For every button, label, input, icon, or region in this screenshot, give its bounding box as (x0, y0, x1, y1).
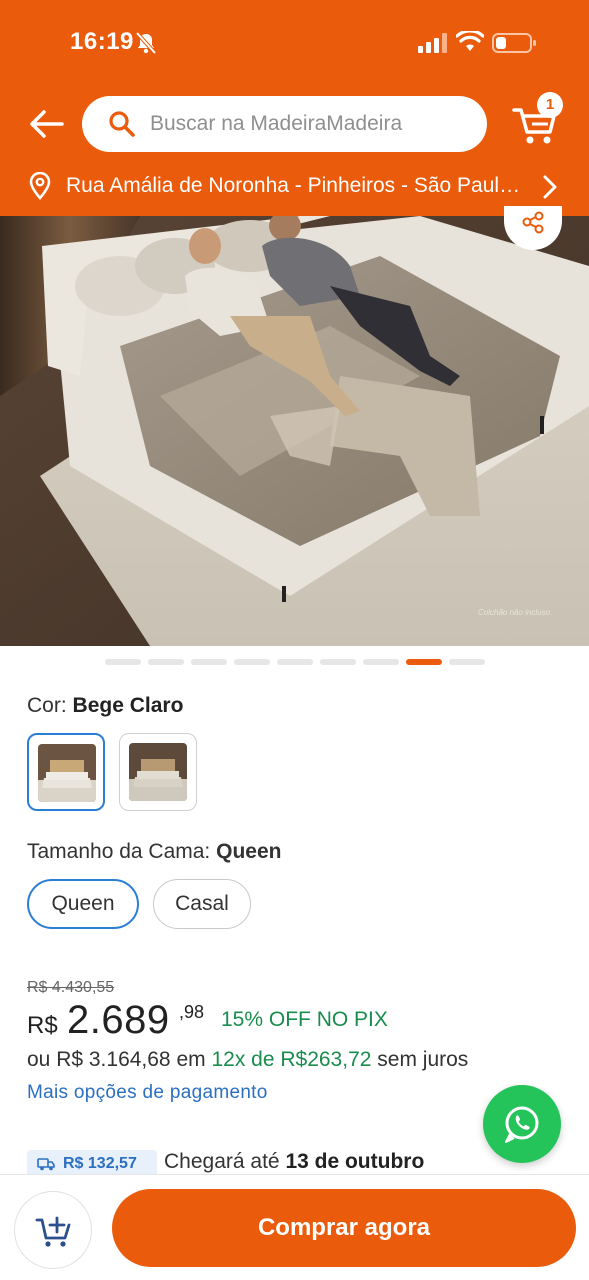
add-to-cart-button[interactable] (14, 1191, 92, 1269)
delivery-estimate: Chegará até 13 de outubro (164, 1150, 424, 1174)
signal-icon (418, 33, 447, 53)
price-cents: ,98 (179, 1002, 205, 1022)
carousel-dot-active[interactable] (406, 659, 442, 665)
delivery-date: 13 de outubro (285, 1150, 425, 1173)
color-label-prefix: Cor: (27, 694, 67, 717)
carousel-dot[interactable] (234, 659, 270, 665)
image-caption: Colchão não incluso. (478, 608, 553, 617)
location-pin-icon (29, 172, 51, 200)
arrow-left-icon (30, 110, 64, 138)
carousel-indicator (105, 659, 485, 665)
delivery-prefix: Chegará até (164, 1150, 280, 1173)
size-option-casal[interactable]: Casal (153, 879, 251, 929)
shipping-price: R$ 132,57 (63, 1155, 137, 1172)
wifi-icon (456, 31, 484, 51)
size-label-prefix: Tamanho da Cama: (27, 840, 211, 863)
more-payment-options-link[interactable]: Mais opções de pagamento (27, 1082, 268, 1104)
bottom-action-bar: Comprar agora (0, 1174, 589, 1280)
carousel-dot[interactable] (363, 659, 399, 665)
carousel-dot[interactable] (320, 659, 356, 665)
price-main: 2.689 (67, 998, 170, 1042)
size-value: Queen (216, 840, 282, 863)
cart-add-icon (35, 1216, 71, 1247)
size-label: Tamanho da Cama: Queen (27, 840, 281, 864)
pix-discount: 15% OFF NO PIX (221, 1008, 388, 1031)
status-time: 16:19 (70, 28, 134, 55)
share-icon (522, 211, 544, 234)
back-button[interactable] (24, 104, 68, 144)
installment-prefix: ou R$ 3.164,68 em (27, 1048, 206, 1071)
cart-count-badge: 1 (537, 92, 563, 118)
swatch-thumbnail (129, 743, 187, 801)
bell-off-icon (136, 32, 156, 54)
size-option-queen[interactable]: Queen (27, 879, 139, 929)
product-photo (0, 216, 589, 646)
search-box[interactable] (82, 96, 487, 152)
color-swatch[interactable] (119, 733, 197, 811)
currency-symbol: R$ (27, 1012, 58, 1039)
status-bar: 16:19 (0, 0, 589, 86)
carousel-dot[interactable] (105, 659, 141, 665)
location-text: Rua Amália de Noronha - Pinheiros - São … (66, 174, 526, 197)
buy-now-button[interactable]: Comprar agora (112, 1189, 576, 1267)
installment-suffix: sem juros (377, 1048, 469, 1071)
chevron-right-icon (543, 175, 557, 199)
swatch-thumbnail (38, 744, 96, 802)
color-swatch-selected[interactable] (27, 733, 105, 811)
carousel-dot[interactable] (191, 659, 227, 665)
carousel-dot[interactable] (277, 659, 313, 665)
color-value: Bege Claro (72, 694, 184, 717)
old-price: R$ 4.430,55 (27, 979, 115, 996)
installment-highlight: 12x de R$263,72 (211, 1048, 372, 1071)
carousel-dot[interactable] (449, 659, 485, 665)
whatsapp-button[interactable] (483, 1085, 561, 1163)
delivery-location[interactable]: Rua Amália de Noronha - Pinheiros - São … (0, 160, 589, 212)
installment-info: ou R$ 3.164,68 em 12x de R$263,72 sem ju… (27, 1048, 468, 1072)
share-button[interactable] (504, 206, 562, 250)
color-label: Cor: Bege Claro (27, 694, 183, 718)
search-icon (109, 111, 135, 137)
app-header: 16:19 Buscar na MadeiraMadeira 1 Rua Amá… (0, 0, 589, 216)
carousel-dot[interactable] (148, 659, 184, 665)
search-input[interactable] (150, 96, 470, 152)
product-image[interactable] (0, 216, 589, 646)
truck-icon (37, 1158, 55, 1171)
battery-icon (492, 33, 536, 53)
whatsapp-icon (505, 1106, 539, 1143)
